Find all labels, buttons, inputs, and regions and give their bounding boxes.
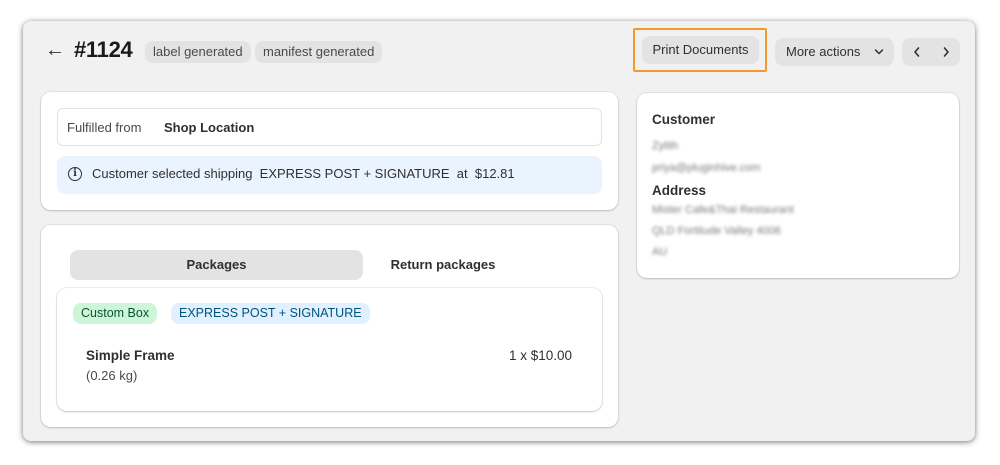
customer-email[interactable]: priya@pluginhive.com: [652, 162, 760, 174]
page-header: ← #1124 label generated manifest generat…: [23, 21, 975, 81]
address-country: AU: [652, 246, 668, 258]
shipping-info-banner: i Customer selected shipping EXPRESS POS…: [57, 156, 602, 194]
address-heading: Address: [652, 183, 707, 198]
chevron-right-icon[interactable]: [931, 38, 960, 66]
status-badge-label: label generated: [145, 41, 251, 63]
customer-name: Zylith: [652, 140, 679, 152]
order-number: #1124: [74, 37, 133, 62]
more-actions-button[interactable]: More actions: [775, 38, 894, 66]
status-badge-manifest: manifest generated: [255, 41, 383, 63]
info-icon: i: [68, 167, 82, 181]
item-weight: (0.26 kg): [86, 368, 138, 383]
order-details-window: ← #1124 label generated manifest generat…: [23, 21, 975, 441]
print-documents-button[interactable]: Print Documents: [642, 36, 759, 64]
fulfillment-location: Shop Location: [164, 120, 255, 135]
tab-return-packages[interactable]: Return packages: [363, 250, 523, 280]
package-item-card: Custom Box EXPRESS POST + SIGNATURE Simp…: [57, 288, 602, 411]
fulfillment-card: Fulfilled from Shop Location i Customer …: [41, 92, 618, 210]
packages-card: Packages Return packages Custom Box EXPR…: [41, 225, 618, 427]
shipping-service: EXPRESS POST + SIGNATURE: [259, 166, 450, 181]
chevron-left-icon[interactable]: [902, 38, 931, 66]
tab-packages[interactable]: Packages: [70, 250, 363, 280]
print-documents-highlight: Print Documents: [633, 28, 767, 72]
shipping-info-text: Customer selected shipping EXPRESS POST …: [92, 166, 515, 181]
fulfilled-from-box: Fulfilled from Shop Location: [57, 108, 602, 146]
box-type-badge: Custom Box: [73, 303, 158, 324]
customer-card: Customer Zylith priya@pluginhive.com Add…: [637, 93, 959, 278]
shipping-at: at: [456, 166, 468, 181]
shipping-price: $12.81: [474, 166, 515, 181]
packages-tabs: Packages Return packages: [70, 250, 588, 280]
tab-return-packages-label: Return packages: [390, 257, 496, 272]
more-actions-label: More actions: [786, 44, 861, 59]
arrow-left-icon[interactable]: ←: [45, 39, 65, 61]
chevron-down-icon: [874, 38, 884, 77]
address-line-2: QLD Fortitude Valley 4006: [652, 225, 781, 237]
shipping-prefix: Customer selected shipping: [92, 166, 253, 181]
item-name: Simple Frame: [86, 348, 175, 363]
address-line-1: Mister Cafe&Thai Restaurant: [652, 204, 794, 216]
fulfilled-from-label: Fulfilled from: [67, 120, 142, 135]
order-pagination: [902, 38, 960, 66]
service-badge: EXPRESS POST + SIGNATURE: [171, 303, 370, 324]
customer-heading: Customer: [652, 112, 716, 127]
item-quantity-price: 1 x $10.00: [508, 348, 572, 363]
